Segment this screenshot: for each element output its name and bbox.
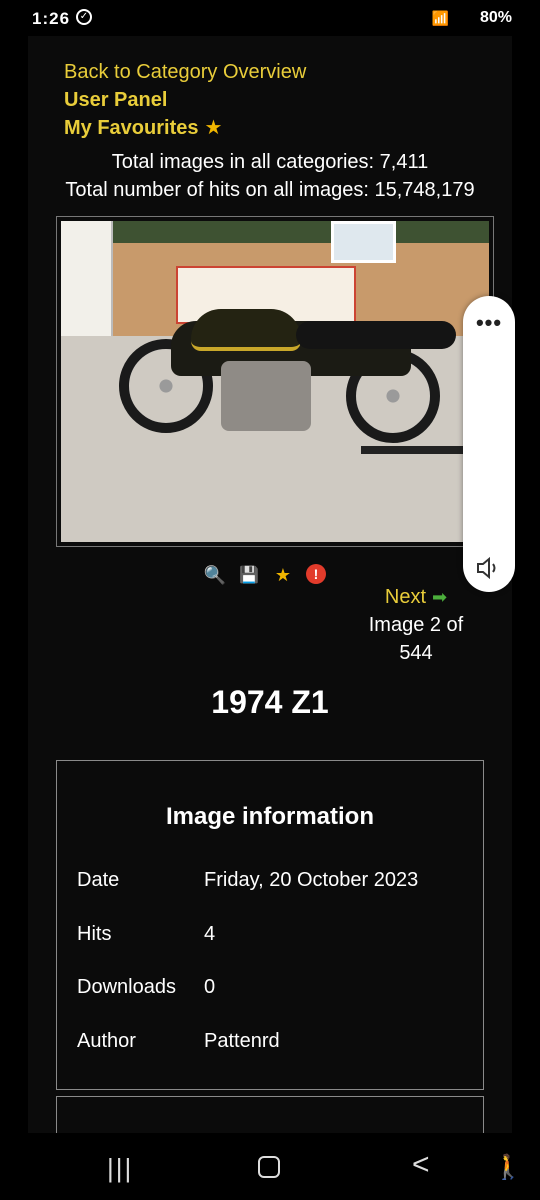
recent-apps-button[interactable]: |||	[107, 1153, 133, 1184]
info-row-author: Author Pattenrd	[77, 1030, 280, 1053]
volume-icon[interactable]	[476, 556, 502, 580]
home-button[interactable]	[258, 1156, 280, 1178]
banner-strip	[101, 221, 489, 243]
report-icon[interactable]: !	[306, 564, 326, 584]
info-key: Author	[77, 1030, 136, 1052]
clock: 1:26	[32, 9, 71, 28]
info-key: Date	[77, 869, 120, 891]
bike-engine	[221, 361, 311, 431]
image-position: Image 2 of 544	[368, 614, 464, 664]
zoom-icon[interactable]: 🔍	[204, 564, 226, 586]
top-links: Back to Category Overview User Panel My …	[64, 58, 306, 142]
info-value: Friday, 20 October 2023	[204, 869, 419, 891]
accessibility-icon[interactable]: 🚶	[493, 1153, 523, 1182]
gallery-page: Back to Category Overview User Panel My …	[28, 36, 512, 1133]
gallery-totals: Total images in all categories: 7,411 To…	[28, 148, 512, 204]
pagination: Next ➡ Image 2 of 544	[356, 583, 476, 667]
info-row-downloads: Downloads 0	[77, 976, 215, 999]
info-row-hits: Hits 4	[77, 923, 215, 946]
my-favourites-link[interactable]: My Favourites ★	[64, 114, 306, 142]
image-title: 1974 Z1	[211, 684, 329, 720]
main-image-frame[interactable]	[56, 216, 494, 547]
image-actions: 🔍 💾 ★ !	[204, 564, 326, 588]
paddock-stand	[361, 446, 471, 454]
next-section-box	[56, 1096, 484, 1133]
info-key: Hits	[77, 923, 112, 945]
fuel-tank	[191, 309, 301, 351]
download-icon[interactable]: 💾	[238, 564, 260, 586]
edge-panel[interactable]: •••	[463, 296, 515, 592]
back-button[interactable]: <	[412, 1148, 430, 1182]
total-hits-text: Total number of hits on all images: 15,7…	[65, 179, 475, 201]
my-favourites-label: My Favourites	[64, 117, 199, 139]
info-value: 4	[204, 923, 216, 945]
next-image-link[interactable]: Next ➡	[385, 586, 447, 608]
more-options-icon[interactable]: •••	[463, 310, 515, 336]
favourite-icon[interactable]: ★	[272, 564, 294, 586]
sync-check-icon: ✓	[76, 9, 92, 25]
bike-seat	[296, 321, 456, 349]
total-images-text: Total images in all categories: 7,411	[111, 151, 429, 173]
info-key: Downloads	[77, 976, 176, 998]
wifi-signal-icons: 📶	[431, 10, 452, 26]
info-value: 0	[204, 976, 216, 998]
garage-window	[331, 221, 396, 263]
info-row-date: Date Friday, 20 October 2023	[77, 869, 418, 892]
star-icon: ★	[204, 117, 223, 139]
status-bar: 1:26 ✓ 📶 80%	[0, 0, 540, 36]
next-label: Next	[384, 586, 427, 608]
info-value: Pattenrd	[204, 1030, 280, 1052]
user-panel-link[interactable]: User Panel	[64, 86, 306, 114]
arrow-right-icon: ➡	[432, 587, 448, 607]
motorcycle-photo[interactable]	[61, 221, 489, 542]
back-to-category-link[interactable]: Back to Category Overview	[64, 58, 306, 86]
system-nav-bar: ||| < 🚶	[0, 1133, 540, 1200]
image-information-heading: Image information	[165, 803, 375, 830]
garage-door	[61, 221, 113, 336]
battery-percent: 80%	[479, 9, 512, 26]
image-information-box: Image information Date Friday, 20 October…	[56, 760, 484, 1090]
